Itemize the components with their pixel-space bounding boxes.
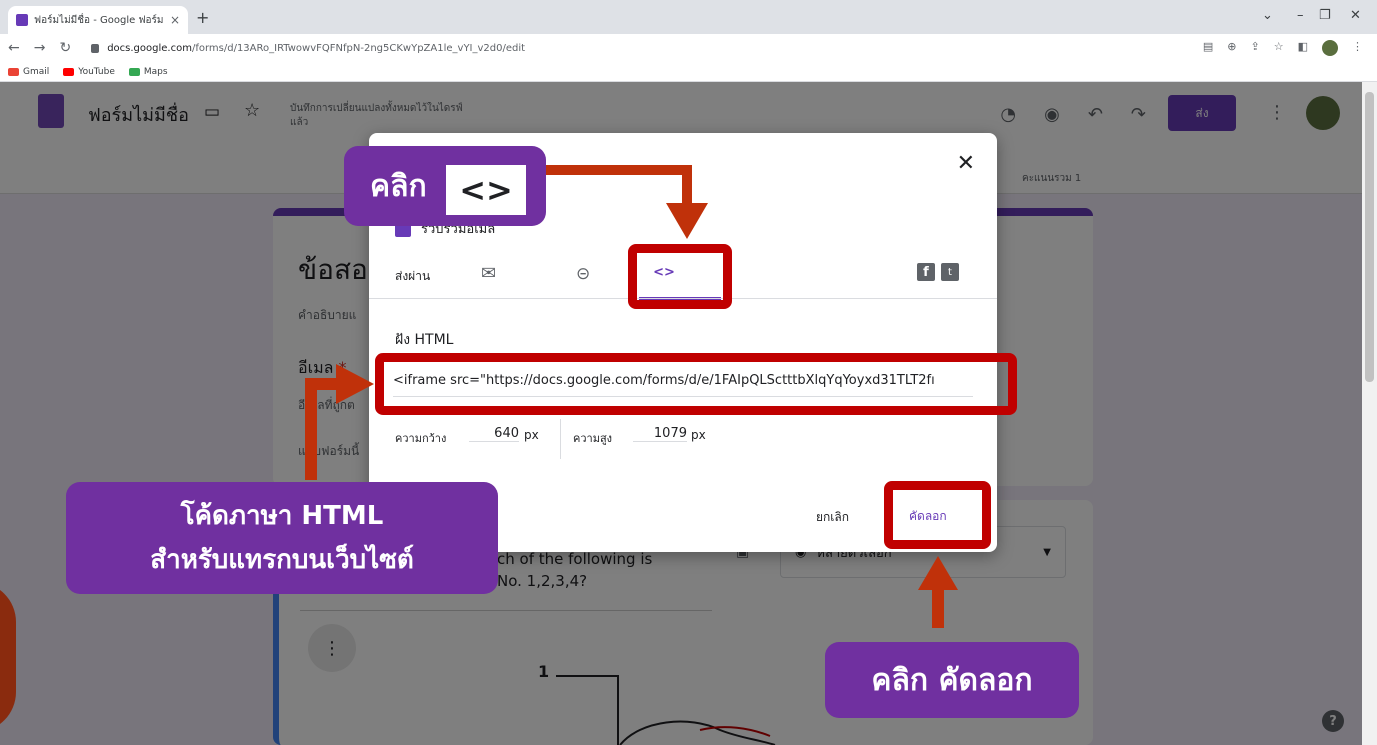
height-unit: px	[691, 428, 706, 442]
browser-tab-strip: ฟอร์มไม่มีชื่อ - Google ฟอร์ม × + ⌄ – ❐ …	[0, 0, 1377, 34]
facebook-icon[interactable]: f	[917, 263, 935, 281]
youtube-icon	[63, 67, 75, 76]
twitter-icon[interactable]: t	[941, 263, 959, 281]
tab-close-icon[interactable]: ×	[170, 13, 180, 27]
new-tab-button[interactable]: +	[196, 8, 209, 27]
tab-title: ฟอร์มไม่มีชื่อ - Google ฟอร์ม	[34, 14, 164, 26]
sidepanel-icon[interactable]: ◧	[1298, 40, 1308, 56]
highlight-copy-button	[884, 481, 991, 549]
address-bar: ← → ↻ docs.google.com/forms/d/13ARo_IRTw…	[0, 34, 1377, 62]
tab-search-icon[interactable]: ⌄	[1262, 8, 1273, 23]
gmail-icon	[8, 67, 19, 76]
back-icon[interactable]: ←	[8, 40, 20, 56]
height-label: ความสูง	[573, 432, 613, 445]
maps-icon	[128, 67, 140, 76]
forward-icon[interactable]: →	[34, 40, 46, 56]
profile-avatar[interactable]	[1322, 40, 1338, 56]
code-tag-icon: <>	[446, 165, 526, 215]
share-icon[interactable]: ⇪	[1251, 40, 1260, 56]
bookmark-star-icon[interactable]: ☆	[1274, 40, 1284, 56]
cancel-button[interactable]: ยกเลิก	[816, 508, 849, 527]
browser-menu-icon[interactable]: ⋮	[1352, 40, 1363, 56]
highlight-embed-code	[375, 353, 1017, 415]
zoom-icon[interactable]: ⊕	[1227, 40, 1236, 56]
bookmark-gmail[interactable]: Gmail	[8, 67, 49, 77]
arrow-head-down	[666, 203, 708, 239]
arrow-shaft-vertical	[682, 165, 692, 205]
translate-icon[interactable]: ▤	[1203, 40, 1213, 56]
arrow-head-right	[336, 364, 374, 404]
dialog-close-icon[interactable]: ✕	[957, 151, 975, 176]
link-tab-icon[interactable]: ⊝	[576, 264, 590, 284]
size-separator	[560, 419, 561, 459]
bookmark-maps[interactable]: Maps	[128, 67, 168, 77]
arrow-shaft-horizontal	[546, 165, 692, 175]
arrow-shaft-up-copy	[932, 588, 944, 628]
page-scrollbar[interactable]	[1362, 82, 1377, 745]
highlight-embed-tab	[628, 244, 732, 309]
reload-icon[interactable]: ↻	[59, 40, 71, 56]
bookmarks-bar: Gmail YouTube Maps	[0, 62, 1377, 82]
width-unit: px	[524, 428, 539, 442]
width-label: ความกว้าง	[395, 432, 447, 445]
bookmark-youtube[interactable]: YouTube	[63, 67, 115, 77]
arrow-shaft-up	[305, 380, 317, 480]
email-tab-icon[interactable]: ✉	[481, 263, 496, 284]
html-code-callout: โค้ดภาษา HTML สำหรับแทรกบนเว็บไซต์	[66, 482, 498, 594]
close-window-icon[interactable]: ✕	[1350, 8, 1361, 23]
embed-html-title: ฝัง HTML	[395, 332, 454, 348]
url-field[interactable]: docs.google.com/forms/d/13ARo_IRTwowvFQF…	[107, 43, 525, 54]
send-via-label: ส่งผ่าน	[395, 269, 431, 283]
toolbar-icons: ▤ ⊕ ⇪ ☆ ◧ ⋮	[1203, 40, 1363, 56]
scrollbar-thumb[interactable]	[1365, 92, 1374, 382]
height-input[interactable]: 1079	[633, 426, 687, 442]
browser-tab[interactable]: ฟอร์มไม่มีชื่อ - Google ฟอร์ม ×	[8, 6, 188, 34]
forms-favicon-icon	[16, 14, 28, 26]
width-input[interactable]: 640	[469, 426, 519, 442]
minimize-icon[interactable]: –	[1297, 8, 1304, 23]
lock-icon	[91, 43, 100, 53]
click-copy-callout: คลิก คัดลอก	[825, 642, 1079, 718]
restore-icon[interactable]: ❐	[1319, 8, 1331, 23]
arrow-head-up	[918, 556, 958, 590]
